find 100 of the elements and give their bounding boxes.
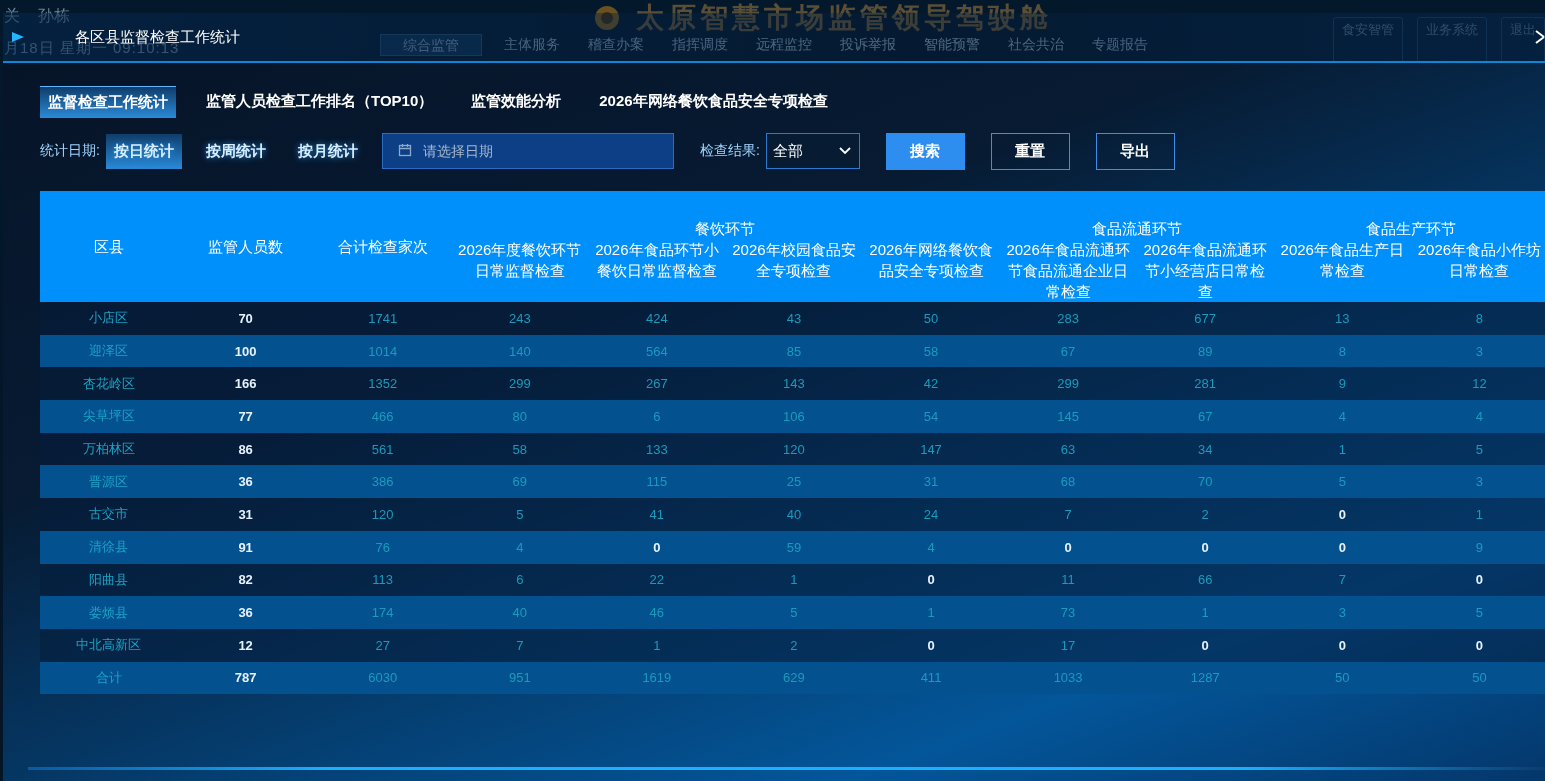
action-button[interactable]: 搜索 [885, 132, 965, 170]
action-button[interactable]: 导出 [1095, 132, 1175, 170]
nav-tab[interactable]: 稽查办案 [582, 34, 651, 56]
column-header: 2026年度餐饮环节日常监督检查 [451, 239, 589, 302]
table-cell: 3 [1273, 596, 1411, 629]
table-cell: 36 [177, 596, 315, 629]
nav-tab[interactable]: 智能预警 [918, 34, 987, 56]
table-cell: 0 [1136, 628, 1274, 662]
district-cell: 万柏林区 [40, 432, 178, 466]
table-cell: 1 [588, 628, 726, 662]
table-cell: 31 [862, 465, 1000, 499]
table-cell: 629 [725, 661, 863, 695]
table-cell: 147 [862, 432, 1000, 466]
district-cell: 迎泽区 [40, 334, 178, 368]
column-header: 2026年食品流通环节小经营店日常检查 [1136, 239, 1274, 302]
table-cell: 46 [588, 596, 726, 629]
table-cell: 0 [999, 530, 1137, 564]
table-cell: 0 [862, 563, 1000, 597]
table-cell: 13 [1273, 302, 1411, 335]
column-header: 合计检查家次 [314, 191, 452, 302]
table-cell: 4 [1410, 400, 1545, 433]
table-cell: 34 [1136, 432, 1274, 466]
user-text: 关 [4, 6, 20, 26]
table-cell: 1 [1410, 498, 1545, 531]
table-cell: 77 [177, 400, 315, 433]
table-cell: 281 [1136, 367, 1274, 401]
table-cell: 54 [862, 400, 1000, 433]
table-cell: 5 [1273, 465, 1411, 499]
table-cell: 243 [451, 302, 589, 335]
table-cell: 2 [1136, 498, 1274, 531]
tab[interactable]: 2026年网络餐饮食品安全专项检查 [591, 86, 836, 118]
column-header: 2026年食品流通环节食品流通企业日常检查 [999, 239, 1137, 302]
table-cell: 133 [588, 432, 726, 466]
period-tab[interactable]: 按周统计 [197, 133, 274, 169]
table-cell: 411 [862, 661, 1000, 695]
result-select[interactable]: 全部 [765, 133, 860, 169]
table-cell: 31 [177, 498, 315, 531]
table-cell: 0 [862, 628, 1000, 662]
table-cell: 5 [1410, 432, 1545, 466]
table-cell: 8 [1273, 334, 1411, 368]
table-cell: 63 [999, 432, 1137, 466]
calendar-icon [397, 143, 412, 157]
district-cell: 合计 [40, 661, 178, 695]
column-header: 2026年校园食品安全专项检查 [725, 239, 863, 302]
nav-tab[interactable]: 远程监控 [750, 34, 819, 56]
table-cell: 58 [862, 334, 1000, 368]
table-cell: 564 [588, 334, 726, 368]
table-cell: 120 [725, 432, 863, 466]
nav-tab[interactable]: 投诉举报 [834, 34, 903, 56]
table-cell: 951 [451, 661, 589, 695]
tab[interactable]: 监管效能分析 [463, 86, 570, 118]
table-cell: 42 [862, 367, 1000, 401]
district-cell: 尖草坪区 [40, 400, 178, 433]
table-cell: 145 [999, 400, 1137, 433]
table-cell: 0 [1136, 530, 1274, 564]
table-cell: 50 [862, 302, 1000, 335]
table-cell: 100 [177, 334, 315, 368]
table-cell: 1014 [314, 334, 452, 368]
district-cell: 杏花岭区 [40, 367, 178, 401]
table-cell: 1619 [588, 661, 726, 695]
nav-tab[interactable]: 社会共治 [1002, 34, 1071, 56]
district-cell: 中北高新区 [40, 628, 178, 662]
table-cell: 1352 [314, 367, 452, 401]
table-cell: 4 [862, 530, 1000, 564]
close-icon[interactable] [1535, 30, 1545, 44]
table-cell: 561 [314, 432, 452, 466]
table-cell: 1 [725, 563, 863, 597]
table-cell: 86 [177, 432, 315, 466]
table-cell: 12 [177, 628, 315, 662]
dashboard-title: 太原智慧市场监管领导驾驶舱 [636, 1, 1053, 35]
nav-tab[interactable]: 主体服务 [498, 34, 567, 56]
period-tab[interactable]: 按月统计 [289, 133, 366, 169]
table-cell: 12 [1410, 367, 1545, 401]
action-button[interactable]: 重置 [990, 132, 1070, 170]
table-cell: 1 [1273, 432, 1411, 466]
column-header: 2026年食品小作坊日常检查 [1410, 239, 1545, 302]
tab[interactable]: 监管人员检查工作排名（TOP10） [198, 86, 442, 118]
table-cell: 3 [1410, 465, 1545, 499]
nav-tab[interactable]: 指挥调度 [666, 34, 735, 56]
table-cell: 0 [588, 530, 726, 564]
table-cell: 2 [725, 628, 863, 662]
nav-tab[interactable]: 专题报告 [1086, 34, 1155, 56]
column-header: 2026年食品环节小餐饮日常监督检查 [588, 239, 726, 302]
group-header: 餐饮环节 [451, 191, 1000, 239]
table-cell: 5 [451, 498, 589, 531]
table-cell: 89 [1136, 334, 1274, 368]
table-cell: 9 [1410, 530, 1545, 564]
group-header: 食品流通环节 [999, 191, 1274, 239]
table-cell: 7 [999, 498, 1137, 531]
district-cell: 晋源区 [40, 465, 178, 499]
table-cell: 174 [314, 596, 452, 629]
date-field[interactable]: 请选择日期 [381, 133, 674, 169]
user-text: 孙栋 [38, 6, 70, 26]
table-cell: 50 [1410, 661, 1545, 695]
table-cell: 91 [177, 530, 315, 564]
period-tab[interactable]: 按日统计 [105, 133, 182, 169]
table-cell: 466 [314, 400, 452, 433]
table-cell: 677 [1136, 302, 1274, 335]
chevron-down-icon [838, 147, 851, 155]
tab[interactable]: 监督检查工作统计 [40, 86, 176, 118]
